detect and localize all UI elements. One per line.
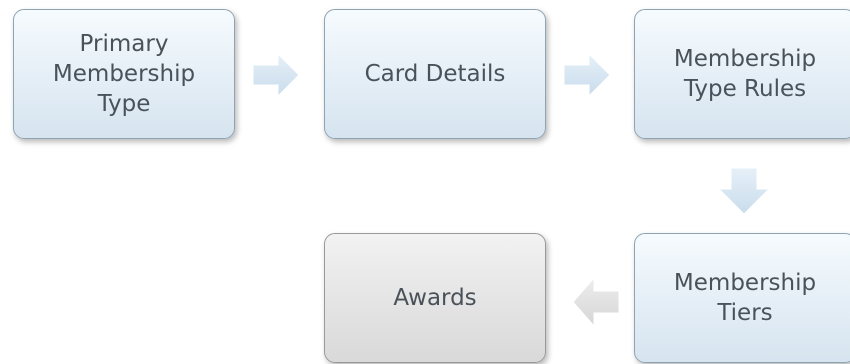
node-awards: Awards	[324, 233, 546, 363]
node-card-details: Card Details	[324, 9, 546, 139]
arrow-down-icon	[717, 167, 771, 215]
node-membership-tiers: Membership Tiers	[634, 233, 850, 363]
arrow-right-icon	[252, 52, 300, 98]
arrow-left-icon	[572, 276, 620, 328]
arrow-right-icon	[563, 52, 611, 98]
node-membership-type-rules: Membership Type Rules	[634, 9, 850, 139]
node-primary-membership-type: Primary Membership Type	[13, 9, 235, 139]
